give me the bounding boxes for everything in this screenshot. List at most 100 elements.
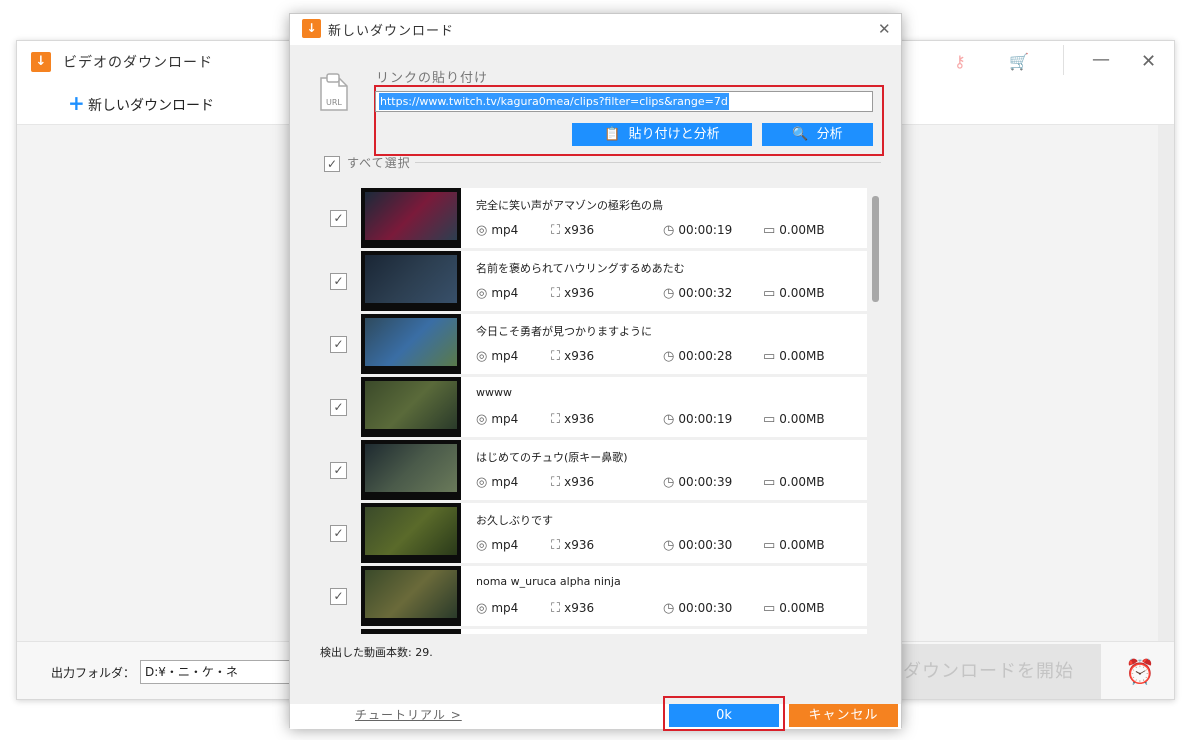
output-folder-field[interactable]: D:¥・ニ・ケ・ネ xyxy=(140,660,300,684)
list-item[interactable]: ✓ noma w_uruca alpha ninja ◎ mp4 ⛶ x936 ◷ 0… xyxy=(318,566,868,626)
folder-icon: ▭ xyxy=(763,601,776,616)
item-format: ◎ mp4 xyxy=(476,349,519,364)
clock-icon: ◷ xyxy=(663,286,675,301)
item-card[interactable]: wwww ◎ mp4 ⛶ x936 ◷ 00:00:19 ▭ 0.00MB xyxy=(361,377,867,437)
item-checkbox[interactable]: ✓ xyxy=(330,273,347,290)
cancel-button[interactable]: キャンセル xyxy=(789,704,898,727)
clock-icon: ◷ xyxy=(663,349,675,364)
video-thumbnail xyxy=(361,629,461,634)
video-thumbnail xyxy=(361,377,461,437)
item-resolution: ⛶ x936 xyxy=(551,601,595,616)
item-title: はじめてのチュウ(原キー鼻歌) xyxy=(476,451,628,464)
resolution-icon: ⛶ xyxy=(551,286,561,301)
minimize-icon[interactable]: — xyxy=(1092,49,1110,70)
start-download-button[interactable]: ダウンロードを開始 xyxy=(893,644,1101,699)
plus-icon[interactable]: + xyxy=(68,91,85,115)
list-item[interactable]: ✓ 名前を褒められてハウリングするめあたむ ◎ mp4 ⛶ x936 ◷ 00:00:… xyxy=(318,251,868,311)
item-card[interactable]: 名前を褒められてハウリングするめあたむ ◎ mp4 ⛶ x936 ◷ 00:00:32… xyxy=(361,251,867,311)
main-window-title: ビデオのダウンロード xyxy=(63,55,213,71)
list-item[interactable]: ✓ はじめてのチュウ(原キー鼻歌) ◎ mp4 ⛶ x936 ◷ 00:00:39 ▭… xyxy=(318,440,868,500)
format-icon: ◎ xyxy=(476,286,488,301)
url-input-text: https://www.twitch.tv/kagura0mea/clips?f… xyxy=(379,93,729,110)
item-card[interactable]: 完全に笑い声がアマゾンの極彩色の鳥 ◎ mp4 ⛶ x936 ◷ 00:00:19 ▭… xyxy=(361,188,867,248)
new-download-button[interactable]: 新しいダウンロード xyxy=(88,95,214,115)
item-checkbox[interactable]: ✓ xyxy=(330,462,347,479)
item-duration: ◷ 00:00:28 xyxy=(663,349,733,364)
paste-and-analyze-button[interactable]: 📋 貼り付けと分析 xyxy=(572,123,752,146)
section-divider xyxy=(415,162,881,163)
resolution-icon: ⛶ xyxy=(551,349,561,364)
analyze-button[interactable]: 🔍 分析 xyxy=(762,123,873,146)
svg-text:URL: URL xyxy=(326,98,342,107)
format-icon: ◎ xyxy=(476,223,488,238)
item-resolution: ⛶ x936 xyxy=(551,412,595,427)
search-icon: 🔍 xyxy=(792,127,809,142)
tutorial-link[interactable]: チュートリアル > xyxy=(355,706,462,723)
item-size: ▭ 0.00MB xyxy=(763,601,825,616)
titlebar-divider xyxy=(1063,45,1064,75)
list-item[interactable]: ✓ 今日こそ勇者が見つかりますように ◎ mp4 ⛶ x936 ◷ 00:00:28 … xyxy=(318,314,868,374)
folder-icon: ▭ xyxy=(763,412,776,427)
analyze-label: 分析 xyxy=(816,127,843,142)
folder-icon: ▭ xyxy=(763,286,776,301)
item-duration: ◷ 00:00:30 xyxy=(663,601,733,616)
item-resolution: ⛶ x936 xyxy=(551,538,595,553)
format-icon: ◎ xyxy=(476,475,488,490)
video-thumbnail xyxy=(361,314,461,374)
item-title: お久しぶりです xyxy=(476,514,553,527)
video-thumbnail xyxy=(361,440,461,500)
item-resolution: ⛶ x936 xyxy=(551,223,595,238)
dialog-titlebar: ↓ 新しいダウンロード ✕ xyxy=(290,14,901,45)
clock-icon: ◷ xyxy=(663,223,675,238)
resolution-icon: ⛶ xyxy=(551,412,561,427)
main-scrollbar[interactable] xyxy=(1158,125,1174,641)
item-size: ▭ 0.00MB xyxy=(763,286,825,301)
item-size: ▭ 0.00MB xyxy=(763,349,825,364)
url-file-icon: URL xyxy=(320,73,348,111)
item-card[interactable]: noma w_uruca alpha ninja ◎ mp4 ⛶ x936 ◷ 00:… xyxy=(361,566,867,626)
folder-icon: ▭ xyxy=(763,475,776,490)
alarm-clock-icon[interactable]: ⏰ xyxy=(1125,658,1155,686)
item-checkbox[interactable]: ✓ xyxy=(330,210,347,227)
close-icon[interactable]: ✕ xyxy=(1141,51,1156,72)
format-icon: ◎ xyxy=(476,538,488,553)
folder-icon: ▭ xyxy=(763,223,776,238)
output-folder-label: 出力フォルダ： xyxy=(51,666,136,680)
list-scrollbar-thumb[interactable] xyxy=(872,196,879,302)
video-list: ✓ 完全に笑い声がアマゾンの極彩色の鳥 ◎ mp4 ⛶ x936 ◷ 00:00:19… xyxy=(318,188,868,634)
resolution-icon: ⛶ xyxy=(551,475,561,490)
select-all-checkbox[interactable]: ✓ xyxy=(324,156,340,172)
item-checkbox[interactable]: ✓ xyxy=(330,336,347,353)
ok-button[interactable]: 0k xyxy=(669,704,779,727)
item-duration: ◷ 00:00:19 xyxy=(663,223,733,238)
cart-icon[interactable]: 🛒 xyxy=(1009,52,1029,71)
item-checkbox[interactable]: ✓ xyxy=(330,588,347,605)
video-thumbnail xyxy=(361,566,461,626)
item-card[interactable]: 今日こそ勇者が見つかりますように ◎ mp4 ⛶ x936 ◷ 00:00:28 ▭ 0… xyxy=(361,314,867,374)
clock-icon: ◷ xyxy=(663,538,675,553)
list-item[interactable]: ✓ お久しぶりです ◎ mp4 ⛶ x936 ◷ 00:00:30 ▭ 0.00MB xyxy=(318,503,868,563)
format-icon: ◎ xyxy=(476,349,488,364)
key-icon[interactable]: ⚷ xyxy=(954,52,966,71)
item-duration: ◷ 00:00:19 xyxy=(663,412,733,427)
app-logo-icon: ↓ xyxy=(31,52,51,72)
item-duration: ◷ 00:00:39 xyxy=(663,475,733,490)
folder-icon: ▭ xyxy=(763,349,776,364)
link-paste-label: リンクの貼り付け xyxy=(376,71,489,86)
item-card[interactable]: はじめてのチュウ(原キー鼻歌) ◎ mp4 ⛶ x936 ◷ 00:00:39 ▭ 0.… xyxy=(361,440,867,500)
video-thumbnail xyxy=(361,188,461,248)
item-resolution: ⛶ x936 xyxy=(551,349,595,364)
item-checkbox[interactable]: ✓ xyxy=(330,525,347,542)
url-input[interactable]: https://www.twitch.tv/kagura0mea/clips?f… xyxy=(375,91,873,112)
video-thumbnail xyxy=(361,251,461,311)
close-icon[interactable]: ✕ xyxy=(878,20,891,38)
list-item[interactable]: ✓ wwww ◎ mp4 ⛶ x936 ◷ 00:00:19 ▭ 0.00MB xyxy=(318,377,868,437)
item-format: ◎ mp4 xyxy=(476,475,519,490)
item-card[interactable]: お久しぶりです ◎ mp4 ⛶ x936 ◷ 00:00:30 ▭ 0.00MB xyxy=(361,503,867,563)
app-logo-icon: ↓ xyxy=(302,19,321,38)
list-item[interactable]: ✓ 完全に笑い声がアマゾンの極彩色の鳥 ◎ mp4 ⛶ x936 ◷ 00:00:19… xyxy=(318,188,868,248)
item-title: 名前を褒められてハウリングするめあたむ xyxy=(476,262,685,275)
new-download-dialog: ↓ 新しいダウンロード ✕ URL リンクの貼り付け https://www.t… xyxy=(289,13,902,731)
item-size: ▭ 0.00MB xyxy=(763,223,825,238)
item-checkbox[interactable]: ✓ xyxy=(330,399,347,416)
